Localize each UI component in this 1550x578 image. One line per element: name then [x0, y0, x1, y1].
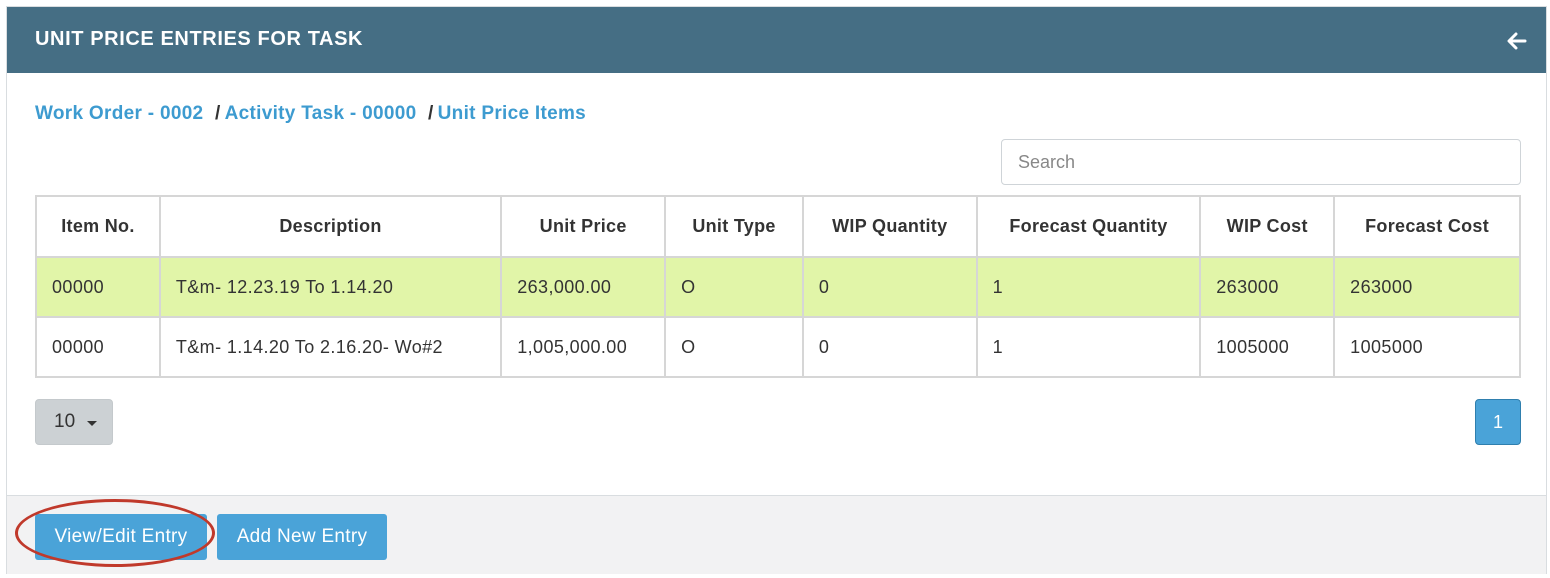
column-header-description[interactable]: Description [158, 195, 503, 258]
cell-wip-quantity: 0 [801, 256, 978, 318]
unit-price-table: Item No. Description Unit Price Unit Typ… [35, 195, 1521, 378]
table-row[interactable]: 00000 T&m- 12.23.19 To 1.14.20 263,000.0… [35, 256, 1521, 318]
cell-description: T&m- 1.14.20 To 2.16.20- Wo#2 [158, 316, 503, 378]
cell-unit-price: 263,000.00 [500, 256, 667, 318]
panel-header: UNIT PRICE ENTRIES FOR TASK [7, 7, 1546, 73]
page-size-value: 10 [54, 411, 76, 432]
cell-description: T&m- 12.23.19 To 1.14.20 [158, 256, 503, 318]
breadcrumb-unit-price-items[interactable]: Unit Price Items [438, 103, 586, 124]
cell-forecast-cost: 263000 [1333, 256, 1521, 318]
breadcrumb: Work Order - 0002 /Activity Task - 00000… [35, 103, 586, 125]
cell-item-no: 00000 [35, 316, 161, 378]
search-input[interactable] [1001, 139, 1521, 185]
add-new-entry-button[interactable]: Add New Entry [217, 514, 387, 560]
unit-price-panel: UNIT PRICE ENTRIES FOR TASK Work Order -… [6, 6, 1547, 574]
column-header-forecast-quantity[interactable]: Forecast Quantity [975, 195, 1202, 258]
panel-footer: View/Edit Entry Add New Entry [7, 495, 1546, 574]
column-header-item-no[interactable]: Item No. [35, 195, 161, 258]
cell-wip-quantity: 0 [801, 316, 978, 378]
cell-unit-type: O [664, 256, 804, 318]
caret-down-icon [87, 420, 98, 426]
page-title: UNIT PRICE ENTRIES FOR TASK [35, 28, 364, 50]
table-row[interactable]: 00000 T&m- 1.14.20 To 2.16.20- Wo#2 1,00… [35, 316, 1521, 378]
column-header-unit-type[interactable]: Unit Type [664, 195, 804, 258]
cell-wip-cost: 263000 [1199, 256, 1336, 318]
column-header-forecast-cost[interactable]: Forecast Cost [1333, 195, 1521, 258]
view-edit-entry-button[interactable]: View/Edit Entry [35, 514, 207, 560]
breadcrumb-work-order[interactable]: Work Order - 0002 [35, 103, 203, 124]
column-header-unit-price[interactable]: Unit Price [500, 195, 667, 258]
cell-wip-cost: 1005000 [1199, 316, 1336, 378]
breadcrumb-activity-task[interactable]: Activity Task - 00000 [225, 103, 417, 124]
cell-forecast-quantity: 1 [975, 256, 1202, 318]
breadcrumb-separator: / [428, 103, 434, 124]
cell-unit-type: O [664, 316, 804, 378]
cell-forecast-quantity: 1 [975, 316, 1202, 378]
column-header-wip-cost[interactable]: WIP Cost [1199, 195, 1336, 258]
page-size-dropdown[interactable]: 10 [35, 399, 113, 445]
table-header-row: Item No. Description Unit Price Unit Typ… [35, 195, 1521, 258]
arrow-left-icon[interactable] [1506, 30, 1528, 52]
breadcrumb-separator: / [215, 103, 221, 124]
pagination-page-button[interactable]: 1 [1475, 399, 1521, 445]
cell-unit-price: 1,005,000.00 [500, 316, 667, 378]
cell-item-no: 00000 [35, 256, 161, 318]
column-header-wip-quantity[interactable]: WIP Quantity [801, 195, 978, 258]
cell-forecast-cost: 1005000 [1333, 316, 1521, 378]
